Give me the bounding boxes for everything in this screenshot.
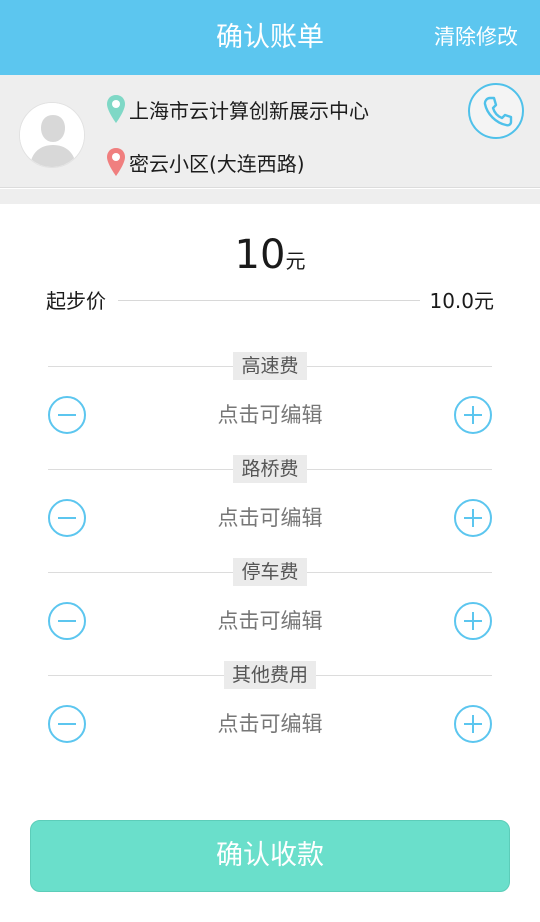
- start-location-text: 上海市云计算创新展示中心: [129, 98, 369, 123]
- minus-circle-icon: [58, 620, 76, 622]
- decrease-button[interactable]: [48, 602, 86, 640]
- increase-button[interactable]: [454, 396, 492, 434]
- fee-input[interactable]: 点击可编辑: [120, 705, 420, 743]
- confirm-payment-button[interactable]: 确认收款: [30, 820, 510, 892]
- fee-input[interactable]: 点击可编辑: [120, 396, 420, 434]
- fare-total-amount: 10: [234, 232, 286, 278]
- fare-total-unit: 元: [285, 249, 306, 273]
- minus-circle-icon: [58, 517, 76, 519]
- location-pin-green-icon: [107, 95, 125, 123]
- call-button[interactable]: [468, 83, 524, 139]
- top-bar: 确认账单 清除修改: [0, 0, 540, 75]
- route-card: 上海市云计算创新展示中心 密云小区(大连西路): [0, 75, 540, 188]
- end-location-text: 密云小区(大连西路): [129, 151, 305, 176]
- end-location: 密云小区(大连西路): [106, 145, 305, 179]
- fee-label: 路桥费: [233, 455, 307, 483]
- fee-label: 高速费: [233, 352, 307, 380]
- base-fare-row: 起步价 10.0元: [46, 286, 494, 316]
- increase-button[interactable]: [454, 602, 492, 640]
- location-pin-red-icon: [107, 148, 125, 176]
- avatar: [19, 102, 85, 168]
- decrease-button[interactable]: [48, 396, 86, 434]
- base-fare-value: 10.0元: [429, 289, 494, 313]
- fee-bridge: 路桥费 点击可编辑: [0, 455, 540, 551]
- fee-highway: 高速费 点击可编辑: [0, 352, 540, 448]
- fee-label: 停车费: [233, 558, 307, 586]
- clear-changes-button[interactable]: 清除修改: [434, 0, 518, 75]
- fare-total: 10元: [0, 232, 540, 278]
- fee-input[interactable]: 点击可编辑: [120, 602, 420, 640]
- minus-circle-icon: [58, 414, 76, 416]
- phone-icon: [483, 96, 513, 127]
- decrease-button[interactable]: [48, 499, 86, 537]
- start-location: 上海市云计算创新展示中心: [106, 92, 369, 126]
- base-fare-label: 起步价: [46, 289, 106, 313]
- fee-parking: 停车费 点击可编辑: [0, 558, 540, 654]
- divider: [118, 300, 420, 301]
- increase-button[interactable]: [454, 499, 492, 537]
- fee-other: 其他费用 点击可编辑: [0, 661, 540, 757]
- decrease-button[interactable]: [48, 705, 86, 743]
- section-separator: [0, 189, 540, 204]
- fee-label: 其他费用: [223, 661, 316, 689]
- minus-circle-icon: [58, 723, 76, 725]
- increase-button[interactable]: [454, 705, 492, 743]
- bill-confirm-screen: 确认账单 清除修改 上海市云计算创新展示中心 密云小区(大连西路) 10元 起步…: [0, 0, 540, 922]
- user-avatar-icon: [20, 103, 84, 167]
- fee-input[interactable]: 点击可编辑: [120, 499, 420, 537]
